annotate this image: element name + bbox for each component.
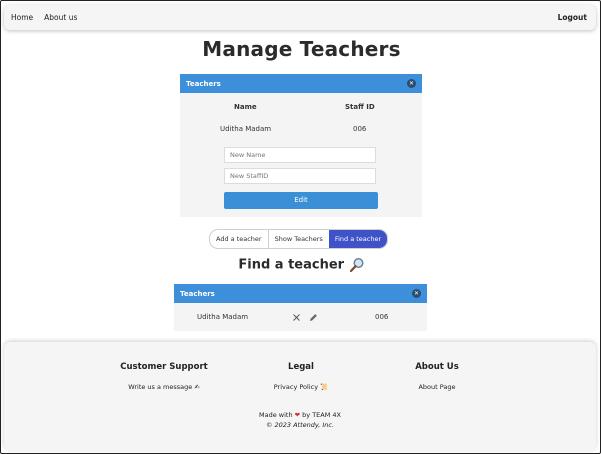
- teacher-tabs: Add a teacher Show Teachers Find a teach…: [209, 229, 389, 249]
- privacy-policy-link[interactable]: Privacy Policy 📜: [231, 383, 371, 391]
- find-panel-title: Teachers: [180, 289, 215, 298]
- column-header-staff-id: Staff ID: [345, 103, 375, 111]
- find-teacher-heading: Find a teacher: [1, 257, 600, 273]
- teachers-panel-title: Teachers: [186, 79, 221, 88]
- teacher-name-cell: Uditha Madam: [220, 125, 272, 133]
- column-header-name: Name: [234, 103, 257, 111]
- teacher-staff-id-cell: 006: [353, 125, 367, 133]
- find-teacher-title: Find a teacher: [238, 257, 345, 273]
- footer-legal: Legal Privacy Policy 📜: [231, 362, 371, 391]
- nav-about-link[interactable]: About us: [44, 13, 77, 22]
- nav-home-link[interactable]: Home: [11, 13, 33, 22]
- tab-show-teachers[interactable]: Show Teachers: [267, 230, 329, 248]
- navbar: Home About us Logout: [4, 5, 596, 30]
- find-teachers-panel: Teachers ✕ Uditha Madam 006: [174, 284, 427, 331]
- close-icon[interactable]: ✕: [407, 79, 416, 88]
- footer-legal-heading: Legal: [288, 362, 314, 372]
- logout-link[interactable]: Logout: [558, 13, 587, 22]
- footer: Customer Support Write us a message ✍ Le…: [4, 342, 596, 451]
- made-with-prefix: Made with: [258, 411, 293, 419]
- made-with-suffix: by TEAM 4X: [302, 411, 341, 419]
- about-page-link[interactable]: About Page: [367, 383, 507, 391]
- delete-icon[interactable]: [293, 314, 300, 321]
- heart-icon: ❤: [294, 411, 301, 419]
- find-panel-header: Teachers ✕: [174, 284, 427, 303]
- app-window: Home About us Logout Manage Teachers Tea…: [0, 0, 601, 454]
- found-teacher-staff-id: 006: [375, 313, 389, 321]
- magnifier-icon: [349, 257, 364, 273]
- footer-customer-support-heading: Customer Support: [120, 362, 208, 372]
- tab-add-teacher[interactable]: Add a teacher: [210, 230, 268, 248]
- copyright-text: © 2023 Attendy, Inc.: [265, 421, 335, 429]
- close-icon[interactable]: ✕: [412, 289, 421, 298]
- edit-pencil-icon[interactable]: [309, 313, 318, 322]
- write-message-link[interactable]: Write us a message ✍: [94, 383, 234, 391]
- new-name-input[interactable]: [224, 147, 376, 163]
- teachers-panel: Teachers ✕ Name Staff ID Uditha Madam 00…: [180, 74, 422, 217]
- tab-find-teacher[interactable]: Find a teacher: [328, 230, 388, 248]
- found-teacher-name: Uditha Madam: [197, 313, 249, 321]
- new-staff-id-input[interactable]: [224, 168, 376, 184]
- footer-customer-support: Customer Support Write us a message ✍: [94, 362, 234, 391]
- footer-about-heading: About Us: [415, 362, 459, 372]
- footer-about: About Us About Page: [367, 362, 507, 391]
- edit-button[interactable]: Edit: [224, 192, 378, 209]
- teachers-panel-header: Teachers ✕: [180, 74, 422, 93]
- made-with-text: Made with ❤ by TEAM 4X: [4, 411, 596, 419]
- page-title: Manage Teachers: [202, 37, 401, 61]
